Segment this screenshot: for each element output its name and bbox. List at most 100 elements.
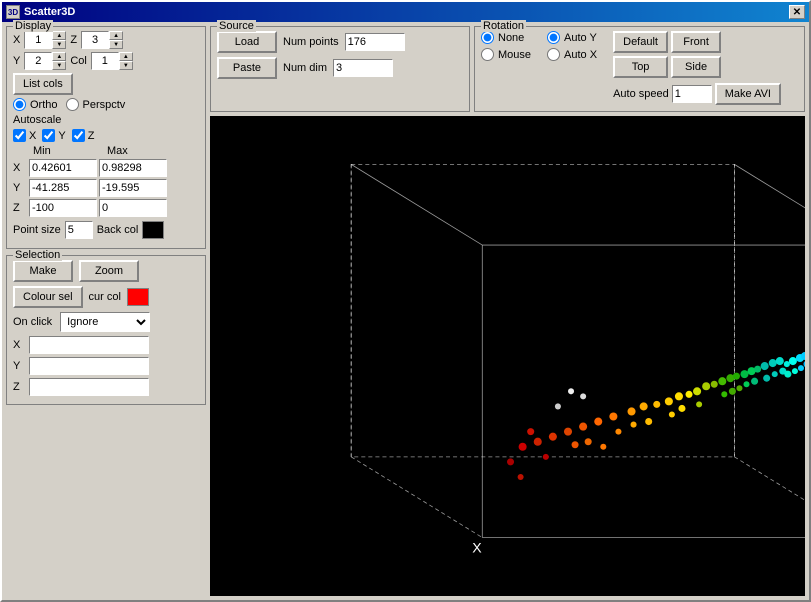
- display-group: Display X ▲ ▼ Z ▲: [6, 26, 206, 249]
- x-axis-label: X: [13, 34, 20, 46]
- point-size-label: Point size: [13, 224, 61, 236]
- num-points-input[interactable]: [345, 33, 405, 51]
- rot-autoy-label: Auto Y: [564, 32, 597, 44]
- num-points-label: Num points: [283, 36, 339, 48]
- y-min-input[interactable]: [29, 179, 97, 197]
- autoscale-y-check[interactable]: [42, 129, 55, 142]
- z-range-label: Z: [13, 202, 27, 214]
- y-up-btn[interactable]: ▲: [52, 52, 66, 61]
- sel-x-label: X: [13, 339, 27, 351]
- scatter-plot: Y X Z: [210, 116, 805, 596]
- back-color-swatch[interactable]: [142, 221, 164, 239]
- source-group-label: Source: [217, 20, 256, 32]
- rot-none-radio[interactable]: [481, 31, 494, 44]
- cur-color-swatch[interactable]: [127, 288, 149, 306]
- top-panels: Source Load Num points Paste Num dim Rot…: [210, 26, 805, 112]
- autoscale-x-check[interactable]: [13, 129, 26, 142]
- num-dim-input[interactable]: [333, 59, 393, 77]
- make-avi-button[interactable]: Make AVI: [715, 83, 781, 105]
- min-header: Min: [33, 145, 101, 157]
- z-max-input[interactable]: [99, 199, 167, 217]
- list-cols-button[interactable]: List cols: [13, 73, 73, 95]
- y-axis-label: Y: [13, 55, 20, 67]
- sel-x-input[interactable]: [29, 336, 149, 354]
- max-header: Max: [107, 145, 175, 157]
- auto-speed-input[interactable]: [672, 85, 712, 103]
- x-up-btn[interactable]: ▲: [52, 31, 66, 40]
- source-group: Source Load Num points Paste Num dim: [210, 26, 470, 112]
- rotation-group-label: Rotation: [481, 20, 526, 32]
- col-input[interactable]: [91, 52, 119, 70]
- title-bar: 3D Scatter3D ✕: [2, 2, 809, 22]
- rot-none-label: None: [498, 32, 524, 44]
- ortho-label: Ortho: [30, 99, 58, 111]
- x-max-input[interactable]: [99, 159, 167, 177]
- svg-text:X: X: [472, 540, 482, 556]
- sel-y-input[interactable]: [29, 357, 149, 375]
- zoom-button[interactable]: Zoom: [79, 260, 139, 282]
- on-click-label: On click: [13, 316, 52, 328]
- scatter-canvas[interactable]: Y X Z: [210, 116, 805, 596]
- side-button[interactable]: Side: [671, 56, 721, 78]
- col-up-btn[interactable]: ▲: [119, 52, 133, 61]
- selection-group-label: Selection: [13, 249, 62, 261]
- sel-y-label: Y: [13, 360, 27, 372]
- y-range-label: Y: [13, 182, 27, 194]
- y-spinner[interactable]: ▲ ▼: [24, 52, 66, 70]
- top-button[interactable]: Top: [613, 56, 668, 78]
- autoscale-label: Autoscale: [13, 114, 61, 126]
- z-axis-label: Z: [70, 34, 77, 46]
- x-spinner[interactable]: ▲ ▼: [24, 31, 66, 49]
- on-click-select[interactable]: Ignore Select Deselect: [60, 312, 150, 332]
- rot-autox-radio[interactable]: [547, 48, 560, 61]
- ortho-radio[interactable]: [13, 98, 26, 111]
- selection-group: Selection Make Zoom Colour sel cur col O…: [6, 255, 206, 405]
- perspctv-radio[interactable]: [66, 98, 79, 111]
- autoscale-x-label: X: [29, 130, 36, 142]
- autoscale-z-check[interactable]: [72, 129, 85, 142]
- auto-speed-label: Auto speed: [613, 88, 669, 100]
- paste-button[interactable]: Paste: [217, 57, 277, 79]
- z-spinner[interactable]: ▲ ▼: [81, 31, 123, 49]
- z-input[interactable]: [81, 31, 109, 49]
- rot-mouse-label: Mouse: [498, 49, 531, 61]
- x-down-btn[interactable]: ▼: [52, 40, 66, 49]
- z-min-input[interactable]: [29, 199, 97, 217]
- autoscale-z-label: Z: [88, 130, 95, 142]
- z-down-btn[interactable]: ▼: [109, 40, 123, 49]
- sel-z-input[interactable]: [29, 378, 149, 396]
- col-down-btn[interactable]: ▼: [119, 61, 133, 70]
- load-button[interactable]: Load: [217, 31, 277, 53]
- right-panel: Source Load Num points Paste Num dim Rot…: [210, 26, 805, 596]
- rotation-group: Rotation None Mouse: [474, 26, 805, 112]
- perspctv-label: Perspctv: [83, 99, 126, 111]
- sel-z-label: Z: [13, 381, 27, 393]
- default-button[interactable]: Default: [613, 31, 668, 53]
- autoscale-y-label: Y: [58, 130, 65, 142]
- z-up-btn[interactable]: ▲: [109, 31, 123, 40]
- window-icon: 3D: [6, 5, 20, 19]
- rot-mouse-radio[interactable]: [481, 48, 494, 61]
- y-max-input[interactable]: [99, 179, 167, 197]
- x-range-label: X: [13, 162, 27, 174]
- col-spinner[interactable]: ▲ ▼: [91, 52, 133, 70]
- display-group-label: Display: [13, 20, 53, 32]
- rot-autoy-radio[interactable]: [547, 31, 560, 44]
- y-input[interactable]: [24, 52, 52, 70]
- main-window: 3D Scatter3D ✕ Display X ▲ ▼ Z: [0, 0, 811, 602]
- y-down-btn[interactable]: ▼: [52, 61, 66, 70]
- cur-col-label: cur col: [89, 291, 121, 303]
- front-button[interactable]: Front: [671, 31, 721, 53]
- x-min-input[interactable]: [29, 159, 97, 177]
- make-button[interactable]: Make: [13, 260, 73, 282]
- point-size-input[interactable]: [65, 221, 93, 239]
- back-col-label: Back col: [97, 224, 139, 236]
- close-button[interactable]: ✕: [789, 5, 805, 19]
- x-input[interactable]: [24, 31, 52, 49]
- window-title: Scatter3D: [24, 6, 75, 18]
- rot-autox-label: Auto X: [564, 49, 597, 61]
- num-dim-label: Num dim: [283, 62, 327, 74]
- colour-sel-button[interactable]: Colour sel: [13, 286, 83, 308]
- col-label: Col: [70, 55, 87, 67]
- left-panel: Display X ▲ ▼ Z ▲: [6, 26, 206, 596]
